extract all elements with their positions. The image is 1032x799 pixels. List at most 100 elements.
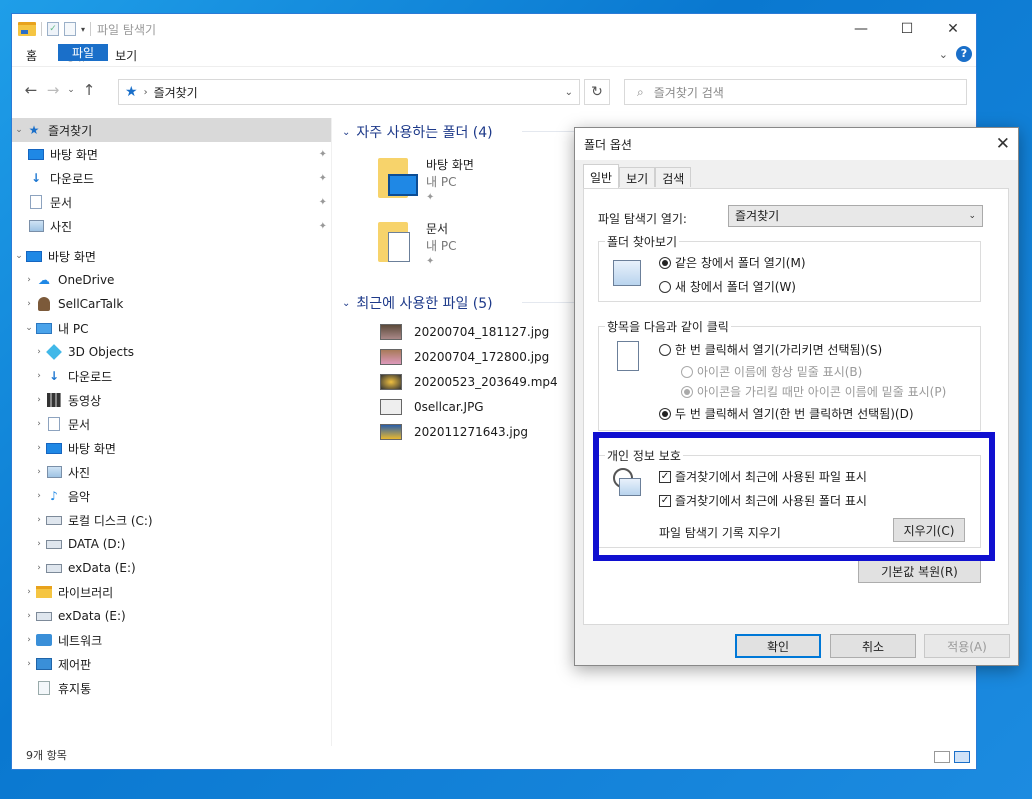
new-folder-icon[interactable] [64, 22, 76, 36]
open-same-window-radio[interactable]: 같은 창에서 폴더 열기(M) [659, 254, 806, 271]
details-view-icon[interactable] [934, 751, 950, 763]
chevron-right-icon[interactable]: › [22, 659, 36, 669]
window-icon [613, 260, 641, 286]
chevron-right-icon[interactable]: › [22, 635, 36, 645]
tab-view[interactable]: 보기 [101, 44, 151, 66]
nav-3d-objects[interactable]: › 3D Objects [12, 340, 331, 364]
address-bar[interactable]: ★ › 즐겨찾기 ⌄ [118, 79, 580, 105]
frequent-folder-desktop[interactable]: 바탕 화면 내 PC ✦ [378, 156, 474, 203]
tab-file[interactable]: 파일 [58, 44, 109, 61]
nav-downloads[interactable]: › ↓ 다운로드 [12, 364, 331, 388]
nav-network[interactable]: › 네트워크 [12, 628, 331, 652]
nav-drive-e[interactable]: › exData (E:) [12, 556, 331, 580]
chevron-right-icon[interactable]: › [32, 347, 46, 357]
customize-toolbar-icon[interactable]: ▾ [81, 25, 85, 34]
forward-button[interactable]: → [42, 81, 64, 99]
chevron-right-icon[interactable]: › [32, 395, 46, 405]
nav-videos[interactable]: › 동영상 [12, 388, 331, 412]
group-title: 최근에 사용한 파일 (5) [356, 296, 493, 312]
recent-file[interactable]: 20200523_203649.mp4 [380, 374, 558, 390]
chevron-down-icon[interactable]: ⌄ [565, 87, 573, 98]
nav-this-pc[interactable]: ⌄ 내 PC [12, 316, 331, 340]
nav-music[interactable]: › ♪ 음악 [12, 484, 331, 508]
desktop-folder-icon [378, 156, 418, 200]
tab-general[interactable]: 일반 [583, 164, 620, 188]
back-button[interactable]: ← [20, 81, 42, 99]
chevron-down-icon[interactable]: ⌄ [12, 251, 26, 261]
frequent-folders-header[interactable]: ⌄ 자주 사용하는 폴더 (4) [342, 122, 922, 142]
nav-item-pictures-pinned[interactable]: 사진 ✦ [12, 214, 331, 238]
nav-pc-desktop[interactable]: › 바탕 화면 [12, 436, 331, 460]
tab-view[interactable]: 보기 [619, 167, 656, 187]
recent-files-header[interactable]: ⌄ 최근에 사용한 파일 (5) [342, 293, 922, 313]
maximize-button[interactable]: ☐ [884, 14, 930, 44]
chevron-right-icon[interactable]: › [32, 467, 46, 477]
tab-home[interactable]: 홈 [12, 44, 51, 66]
recent-locations-button[interactable]: ⌄ [64, 85, 78, 95]
nav-pictures[interactable]: › 사진 [12, 460, 331, 484]
double-click-radio[interactable]: 두 번 클릭해서 열기(한 번 클릭하면 선택됨)(D) [659, 405, 914, 422]
chevron-right-icon[interactable]: › [32, 563, 46, 573]
chevron-right-icon[interactable]: › [32, 443, 46, 453]
chevron-right-icon[interactable]: › [32, 419, 46, 429]
close-button[interactable]: ✕ [930, 14, 976, 44]
chevron-right-icon[interactable]: › [22, 275, 36, 285]
search-input[interactable]: ⌕ 즐겨찾기 검색 [624, 79, 967, 105]
nav-item-desktop-pinned[interactable]: 바탕 화면 ✦ [12, 142, 331, 166]
nav-label: OneDrive [58, 273, 115, 287]
ok-button[interactable]: 확인 [735, 634, 821, 658]
frequent-folder-documents[interactable]: 문서 내 PC ✦ [378, 220, 456, 267]
recent-file[interactable]: 20200704_172800.jpg [380, 349, 549, 365]
pin-icon: ✦ [318, 196, 327, 208]
file-name: 20200704_172800.jpg [414, 350, 550, 364]
nav-drive-c[interactable]: › 로컬 디스크 (C:) [12, 508, 331, 532]
nav-control-panel[interactable]: › 제어판 [12, 652, 331, 676]
folder-name: 바탕 화면 [426, 158, 474, 172]
browse-folders-group: 폴더 찾아보기 같은 창에서 폴더 열기(M) 새 창에서 폴더 열기(W) [598, 233, 981, 302]
up-button[interactable]: ↑ [78, 81, 100, 99]
nav-quick-access[interactable]: ⌄ ★ 즐겨찾기 [12, 118, 331, 142]
nav-drive-d[interactable]: › DATA (D:) [12, 532, 331, 556]
help-icon[interactable]: ? [956, 46, 972, 62]
chevron-right-icon[interactable]: › [32, 539, 46, 549]
chevron-right-icon[interactable]: › [22, 299, 36, 309]
recent-file[interactable]: 0sellcar.JPG [380, 399, 484, 415]
chevron-right-icon[interactable]: › [32, 371, 46, 381]
nav-item-documents-pinned[interactable]: 문서 ✦ [12, 190, 331, 214]
nav-desktop[interactable]: ⌄ 바탕 화면 [12, 244, 331, 268]
recent-file[interactable]: 202011271643.jpg [380, 424, 528, 440]
close-icon[interactable]: ✕ [996, 134, 1010, 154]
single-click-radio[interactable]: 한 번 클릭해서 열기(가리키면 선택됨)(S) [659, 341, 882, 358]
chevron-right-icon[interactable]: › [32, 515, 46, 525]
nav-item-downloads-pinned[interactable]: ↓ 다운로드 ✦ [12, 166, 331, 190]
nav-exdata[interactable]: › exData (E:) [12, 604, 331, 628]
nav-documents[interactable]: › 문서 [12, 412, 331, 436]
open-new-window-radio[interactable]: 새 창에서 폴더 열기(W) [659, 278, 796, 295]
chevron-right-icon[interactable]: › [22, 587, 36, 597]
nav-label: exData (E:) [58, 609, 126, 623]
chevron-down-icon[interactable]: ⌄ [12, 125, 26, 135]
tab-search[interactable]: 검색 [655, 167, 692, 187]
desktop-icon [28, 148, 44, 160]
chevron-right-icon: › [143, 86, 148, 98]
underline-always-radio[interactable]: 아이콘 이름에 항상 밑줄 표시(B) [681, 363, 862, 380]
chevron-right-icon[interactable]: › [22, 611, 36, 621]
nav-user[interactable]: › SellCarTalk [12, 292, 331, 316]
apply-button[interactable]: 적용(A) [924, 634, 1010, 658]
underline-hover-radio[interactable]: 아이콘을 가리킬 때만 아이콘 이름에 밑줄 표시(P) [681, 383, 946, 400]
large-icons-view-icon[interactable] [954, 751, 970, 763]
minimize-button[interactable]: — [838, 14, 884, 44]
cancel-button[interactable]: 취소 [830, 634, 916, 658]
open-explorer-select[interactable]: 즐겨찾기 ⌄ [728, 205, 983, 227]
nav-recycle-bin[interactable]: 휴지통 [12, 676, 331, 700]
chevron-right-icon[interactable]: › [32, 491, 46, 501]
restore-defaults-button[interactable]: 기본값 복원(R) [858, 559, 981, 583]
nav-onedrive[interactable]: › ☁ OneDrive [12, 268, 331, 292]
nav-libraries[interactable]: › 라이브러리 [12, 580, 331, 604]
recent-file[interactable]: 20200704_181127.jpg [380, 324, 549, 340]
refresh-button[interactable]: ↻ [584, 79, 610, 105]
nav-label: DATA (D:) [68, 537, 126, 551]
chevron-down-icon[interactable]: ⌄ [22, 323, 36, 333]
expand-ribbon-icon[interactable]: ⌄ [939, 48, 948, 61]
properties-icon[interactable]: ✓ [47, 22, 59, 36]
